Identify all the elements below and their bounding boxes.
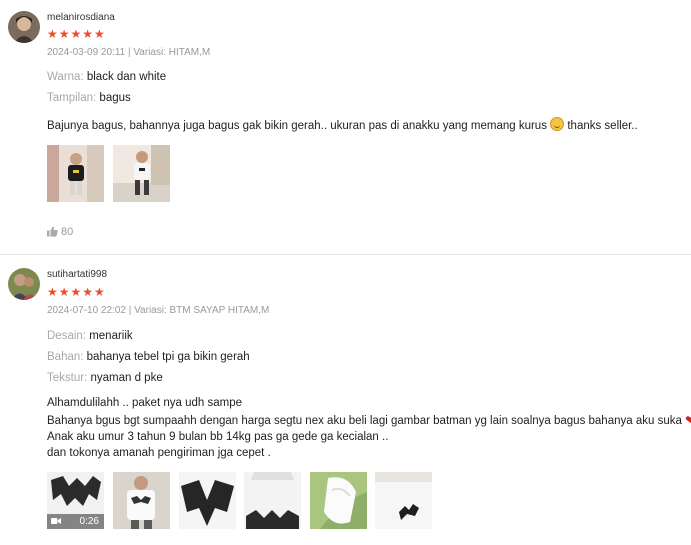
attribute-label: Tampilan: xyxy=(47,92,97,104)
review-date: 2024-07-10 22:02 xyxy=(47,305,126,316)
like-count: 80 xyxy=(61,226,74,238)
attribute-label: Warna: xyxy=(47,71,84,83)
review-attribute: Tekstur: nyaman d pke xyxy=(47,372,163,384)
review-photo[interactable] xyxy=(310,472,367,529)
review-text-line: Alhamdulilahh .. paket nya udh sampe xyxy=(47,397,242,409)
review-photo[interactable] xyxy=(179,472,236,529)
review-date: 2024-03-09 20:11 xyxy=(47,47,126,58)
review-meta: 2024-03-09 20:11 | Variasi: HITAM,M xyxy=(47,47,211,58)
rating-stars: ★★★★★ xyxy=(47,27,106,41)
video-camera-icon xyxy=(51,518,61,524)
review-photo[interactable] xyxy=(113,472,170,529)
thumbs-up-icon xyxy=(47,226,58,237)
attribute-label: Desain: xyxy=(47,330,86,342)
review-attribute: Desain: menariik xyxy=(47,330,133,342)
review-text: Bajunya bagus, bahannya juga bagus gak b… xyxy=(47,117,638,134)
avatar[interactable] xyxy=(8,268,40,300)
review-photo[interactable] xyxy=(375,472,432,529)
video-badge: 0:26 xyxy=(47,514,104,529)
avatar[interactable] xyxy=(8,11,40,43)
rating-stars: ★★★★★ xyxy=(47,285,106,299)
like-button[interactable]: 80 xyxy=(47,226,73,238)
attribute-value: black dan white xyxy=(86,71,167,83)
review-photo[interactable] xyxy=(47,145,104,202)
review-text-line: Bahanya bgus bgt sumpaahh dengan harga s… xyxy=(47,412,691,429)
review-text-part: thanks seller.. xyxy=(567,120,638,132)
attribute-label: Tekstur: xyxy=(47,372,88,384)
heart-icon: ❤ xyxy=(685,413,691,427)
attribute-label: Bahan: xyxy=(47,351,84,363)
video-duration: 0:26 xyxy=(79,516,99,527)
username[interactable]: melanirosdiana xyxy=(47,12,115,23)
review-item: sutihartati998 ★★★★★ 2024-07-10 22:02 | … xyxy=(0,255,691,545)
review-photo[interactable] xyxy=(244,472,301,529)
review-text-part: Bajunya bagus, bahannya juga bagus gak b… xyxy=(47,120,547,132)
review-text-line: Anak aku umur 3 tahun 9 bulan bb 14kg pa… xyxy=(47,431,389,443)
review-variation: Variasi: HITAM,M xyxy=(133,47,211,58)
review-text-part: Bahanya bgus bgt sumpaahh dengan harga s… xyxy=(47,415,682,427)
review-attribute: Tampilan: bagus xyxy=(47,92,131,104)
review-attribute: Bahan: bahanya tebel tpi ga bikin gerah xyxy=(47,351,250,363)
attribute-value: nyaman d pke xyxy=(90,372,163,384)
review-photo[interactable] xyxy=(113,145,170,202)
review-text-line: dan tokonya amanah pengiriman jga cepet … xyxy=(47,447,271,459)
review-item: melanirosdiana ★★★★★ 2024-03-09 20:11 | … xyxy=(0,0,691,255)
review-video[interactable]: 0:26 xyxy=(47,472,104,529)
attribute-value: bagus xyxy=(99,92,131,104)
review-attribute: Warna: black dan white xyxy=(47,71,166,83)
username[interactable]: sutihartati998 xyxy=(47,269,107,280)
grinning-face-icon xyxy=(550,117,565,131)
review-variation: Variasi: BTM SAYAP HITAM,M xyxy=(134,305,270,316)
attribute-value: menariik xyxy=(89,330,133,342)
attribute-value: bahanya tebel tpi ga bikin gerah xyxy=(86,351,250,363)
review-meta: 2024-07-10 22:02 | Variasi: BTM SAYAP HI… xyxy=(47,305,270,316)
